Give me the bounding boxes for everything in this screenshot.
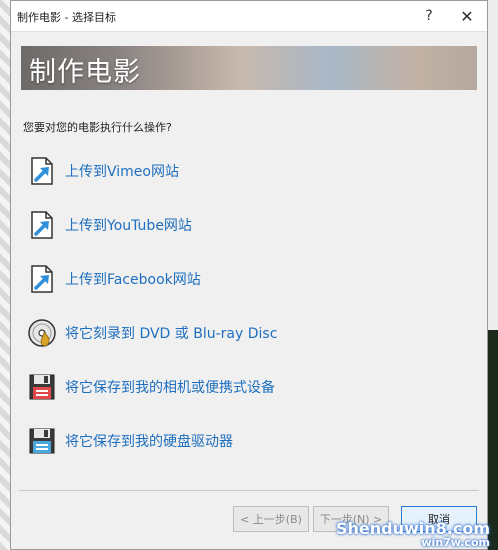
question-prompt: 您要对您的电影执行什么操作?	[23, 121, 172, 134]
floppy-blue-icon	[27, 426, 57, 456]
header-banner: 制作电影	[21, 46, 477, 90]
upload-doc-icon	[27, 264, 57, 294]
option-label: 上传到Facebook网站	[65, 272, 201, 288]
banner-title: 制作电影	[29, 57, 141, 88]
cancel-button[interactable]: 取消	[401, 506, 477, 532]
disc-burn-icon	[27, 318, 57, 348]
option-upload-youtube[interactable]: 上传到YouTube网站	[27, 207, 192, 243]
option-burn-disc[interactable]: 将它刻录到 DVD 或 Blu-ray Disc	[27, 315, 277, 351]
option-upload-facebook[interactable]: 上传到Facebook网站	[27, 261, 201, 297]
make-movie-dialog: 制作电影 - 选择目标 ? ✕ 制作电影 您要对您的电影执行什么操作? 上传到V…	[10, 0, 488, 550]
window-title: 制作电影 - 选择目标	[17, 11, 116, 24]
background-left	[0, 0, 10, 550]
option-save-device[interactable]: 将它保存到我的相机或便携式设备	[27, 369, 275, 405]
title-bar: 制作电影 - 选择目标 ? ✕	[11, 1, 487, 32]
option-label: 将它刻录到 DVD 或 Blu-ray Disc	[65, 326, 278, 342]
upload-doc-icon	[27, 156, 57, 186]
option-label: 将它保存到我的硬盘驱动器	[65, 434, 233, 450]
next-button[interactable]: 下一步(N) >	[313, 506, 389, 532]
close-button[interactable]: ✕	[449, 1, 485, 31]
option-upload-vimeo[interactable]: 上传到Vimeo网站	[27, 153, 179, 189]
option-label: 上传到Vimeo网站	[65, 164, 179, 180]
upload-doc-icon	[27, 210, 57, 240]
footer-divider	[19, 490, 479, 491]
floppy-red-icon	[27, 372, 57, 402]
help-button[interactable]: ?	[411, 1, 447, 31]
option-label: 上传到YouTube网站	[65, 218, 192, 234]
option-label: 将它保存到我的相机或便携式设备	[65, 380, 275, 396]
back-button[interactable]: < 上一步(B)	[233, 506, 309, 532]
background-right	[488, 0, 498, 550]
option-save-hard-drive[interactable]: 将它保存到我的硬盘驱动器	[27, 423, 233, 459]
